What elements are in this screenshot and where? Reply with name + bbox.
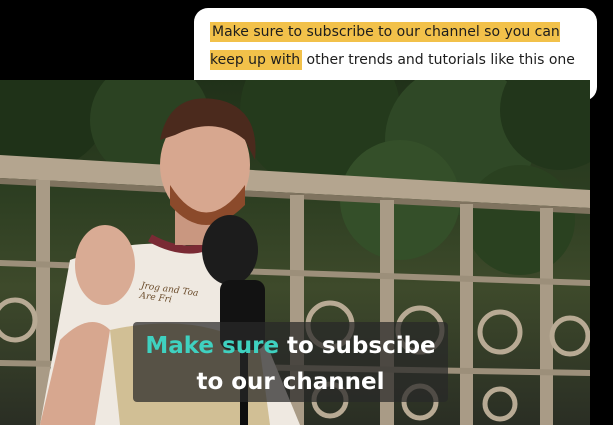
caption-accent-text: Make sure bbox=[145, 333, 280, 359]
subtitle-caption: Make sure to subscibe to our channel bbox=[133, 322, 448, 402]
caption-line-1-text: to subscibe bbox=[279, 333, 436, 359]
caption-line-2: to our channel bbox=[196, 369, 385, 395]
caption-line-1: Make sure to subscibe bbox=[133, 328, 448, 364]
